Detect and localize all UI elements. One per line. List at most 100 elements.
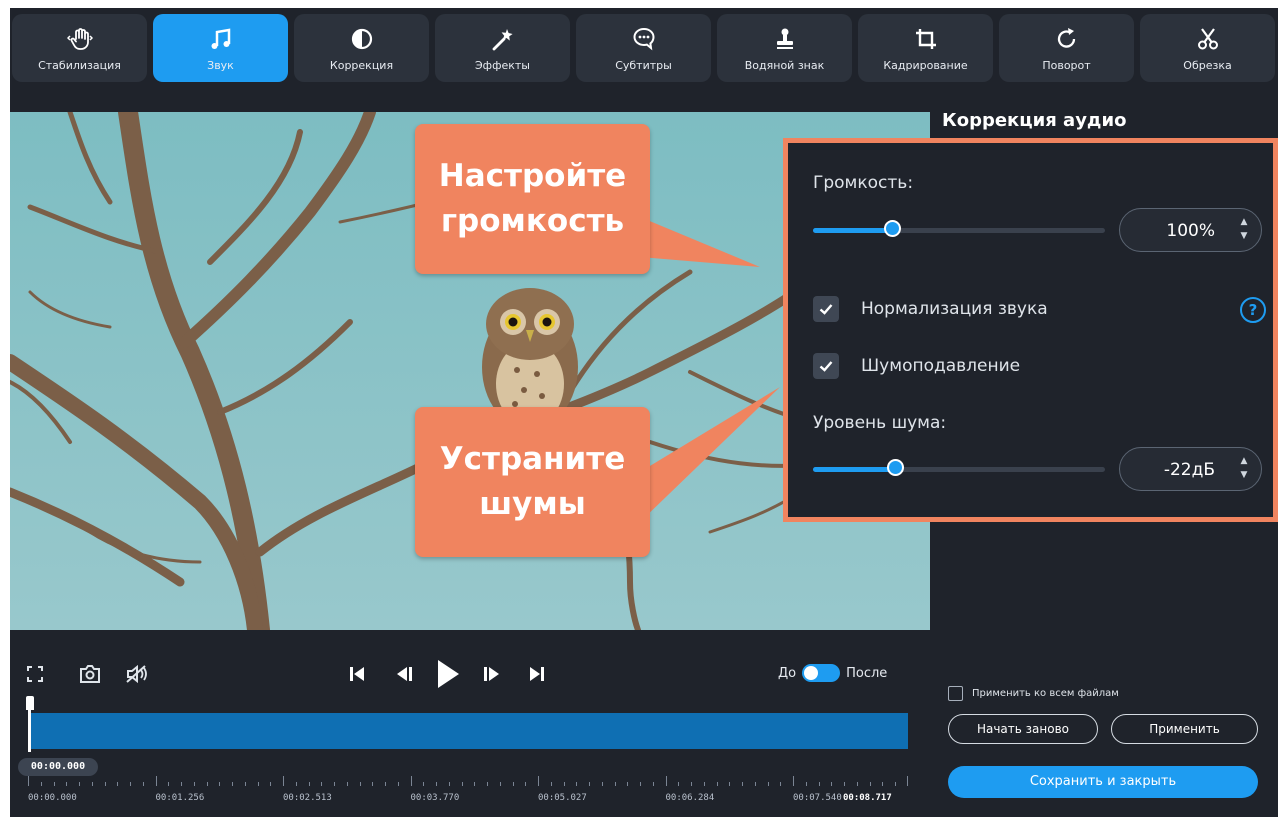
before-after-toggle[interactable] bbox=[802, 664, 841, 682]
mute-icon[interactable] bbox=[124, 663, 150, 685]
ruler-minor-tick bbox=[614, 782, 616, 786]
ruler-minor-tick bbox=[691, 782, 692, 786]
ruler-minor-tick bbox=[856, 782, 858, 786]
stepper-arrows[interactable]: ▲ ▼ bbox=[1237, 215, 1251, 245]
tool-subtitles[interactable]: Субтитры bbox=[576, 14, 711, 82]
checkmark-icon bbox=[819, 304, 833, 315]
stepper-up-icon[interactable]: ▲ bbox=[1237, 215, 1251, 229]
ruler-minor-tick bbox=[601, 782, 603, 786]
volume-value[interactable]: 100% bbox=[1166, 221, 1215, 241]
tool-label: Обрезка bbox=[1183, 58, 1232, 72]
before-after-toggle-group: До После bbox=[778, 663, 887, 683]
tool-crop[interactable]: Кадрирование bbox=[858, 14, 993, 82]
ruler-minor-tick bbox=[831, 782, 833, 786]
previous-frame-icon[interactable] bbox=[394, 663, 414, 685]
tool-rotate[interactable]: Поворот bbox=[999, 14, 1134, 82]
reset-button[interactable]: Начать заново bbox=[948, 714, 1098, 744]
apply-all-label[interactable]: Применить ко всем файлам bbox=[972, 688, 1119, 699]
volume-slider[interactable] bbox=[813, 220, 1105, 237]
before-label: До bbox=[778, 665, 797, 681]
volume-stepper[interactable]: 100% ▲ ▼ bbox=[1119, 208, 1262, 252]
tool-label: Водяной знак bbox=[744, 58, 825, 72]
stepper-arrows[interactable]: ▲ ▼ bbox=[1237, 454, 1251, 484]
tool-trim[interactable]: Обрезка bbox=[1140, 14, 1275, 82]
denoise-label[interactable]: Шумоподавление bbox=[861, 356, 1020, 376]
ruler-minor-tick bbox=[321, 782, 323, 786]
ruler-minor-tick bbox=[716, 782, 718, 786]
play-icon[interactable] bbox=[435, 658, 461, 690]
ruler-minor-tick bbox=[499, 782, 501, 786]
callout-line: шумы bbox=[479, 486, 586, 522]
stepper-down-icon[interactable]: ▼ bbox=[1237, 468, 1251, 482]
tool-watermark[interactable]: Водяной знак bbox=[717, 14, 852, 82]
volume-slider-fill bbox=[813, 228, 892, 233]
video-editor-window: Стабилизация Звук Коррекция Эффекты Субт… bbox=[10, 8, 1278, 817]
ruler-minor-tick bbox=[104, 782, 106, 786]
noise-level-slider[interactable] bbox=[813, 459, 1105, 476]
stamp-icon bbox=[771, 25, 799, 53]
ruler-minor-tick bbox=[767, 782, 769, 786]
tool-label: Коррекция bbox=[329, 58, 394, 72]
volume-slider-handle[interactable] bbox=[884, 220, 901, 237]
apply-button[interactable]: Применить bbox=[1111, 714, 1258, 744]
timeline-ruler[interactable] bbox=[28, 776, 908, 786]
ruler-major-tick bbox=[283, 776, 284, 786]
ruler-minor-tick bbox=[448, 782, 450, 786]
ruler-minor-tick bbox=[474, 782, 476, 786]
tool-label: Поворот bbox=[1042, 58, 1091, 72]
ruler-minor-tick bbox=[206, 782, 208, 786]
callout-line: Устраните bbox=[439, 441, 626, 477]
tool-sound[interactable]: Звук bbox=[153, 14, 288, 82]
ruler-minor-tick bbox=[780, 782, 782, 786]
tool-effects[interactable]: Эффекты bbox=[435, 14, 570, 82]
fullscreen-icon[interactable] bbox=[24, 663, 46, 685]
ruler-minor-tick bbox=[397, 782, 399, 786]
callout-adjust-volume: Настройте громкость bbox=[415, 124, 650, 274]
noise-value[interactable]: -22дБ bbox=[1164, 460, 1215, 480]
help-icon[interactable]: ? bbox=[1240, 297, 1266, 323]
scissors-icon bbox=[1194, 25, 1222, 53]
ruler-minor-tick bbox=[844, 782, 845, 786]
normalize-checkbox[interactable] bbox=[813, 296, 839, 322]
ruler-minor-tick bbox=[53, 782, 55, 786]
apply-all-option[interactable]: Применить ко всем файлам bbox=[948, 686, 1119, 701]
stepper-up-icon[interactable]: ▲ bbox=[1237, 454, 1251, 468]
checkmark-icon bbox=[819, 361, 833, 372]
ruler-minor-tick bbox=[652, 782, 654, 786]
denoise-checkbox[interactable] bbox=[813, 353, 839, 379]
skip-to-start-icon[interactable] bbox=[348, 663, 366, 685]
apply-all-checkbox[interactable] bbox=[948, 686, 963, 701]
timeline-label: 00:07.540 bbox=[793, 793, 842, 803]
tools-toolbar: Стабилизация Звук Коррекция Эффекты Субт… bbox=[10, 8, 1278, 88]
playhead-handle[interactable] bbox=[26, 696, 34, 710]
timeline-clip[interactable] bbox=[28, 713, 908, 749]
panel-title: Коррекция аудио bbox=[942, 110, 1127, 131]
noise-slider-fill bbox=[813, 467, 895, 472]
ruler-minor-tick bbox=[703, 782, 705, 786]
ruler-minor-tick bbox=[295, 782, 297, 786]
ruler-minor-tick bbox=[334, 782, 335, 786]
noise-level-stepper[interactable]: -22дБ ▲ ▼ bbox=[1119, 447, 1262, 491]
ruler-minor-tick bbox=[308, 782, 310, 786]
tool-correction[interactable]: Коррекция bbox=[294, 14, 429, 82]
ruler-minor-tick bbox=[550, 782, 552, 786]
ruler-major-tick bbox=[793, 776, 794, 786]
tool-stabilization[interactable]: Стабилизация bbox=[12, 14, 147, 82]
ruler-minor-tick bbox=[487, 782, 488, 786]
ruler-minor-tick bbox=[729, 782, 731, 786]
ruler-minor-tick bbox=[142, 782, 144, 786]
normalize-label[interactable]: Нормализация звука bbox=[861, 299, 1048, 319]
save-and-close-button[interactable]: Сохранить и закрыть bbox=[948, 766, 1258, 798]
ruler-minor-tick bbox=[257, 782, 259, 786]
ruler-minor-tick bbox=[461, 782, 463, 786]
music-note-icon bbox=[207, 25, 235, 53]
current-time: 00:00.000 bbox=[18, 758, 98, 776]
ruler-minor-tick bbox=[589, 782, 590, 786]
ruler-minor-tick bbox=[627, 782, 629, 786]
next-frame-icon[interactable] bbox=[482, 663, 502, 685]
ruler-major-tick bbox=[665, 776, 667, 786]
noise-slider-handle[interactable] bbox=[887, 459, 904, 476]
stepper-down-icon[interactable]: ▼ bbox=[1237, 229, 1251, 243]
skip-to-end-icon[interactable] bbox=[528, 663, 546, 685]
camera-snapshot-icon[interactable] bbox=[78, 663, 102, 685]
